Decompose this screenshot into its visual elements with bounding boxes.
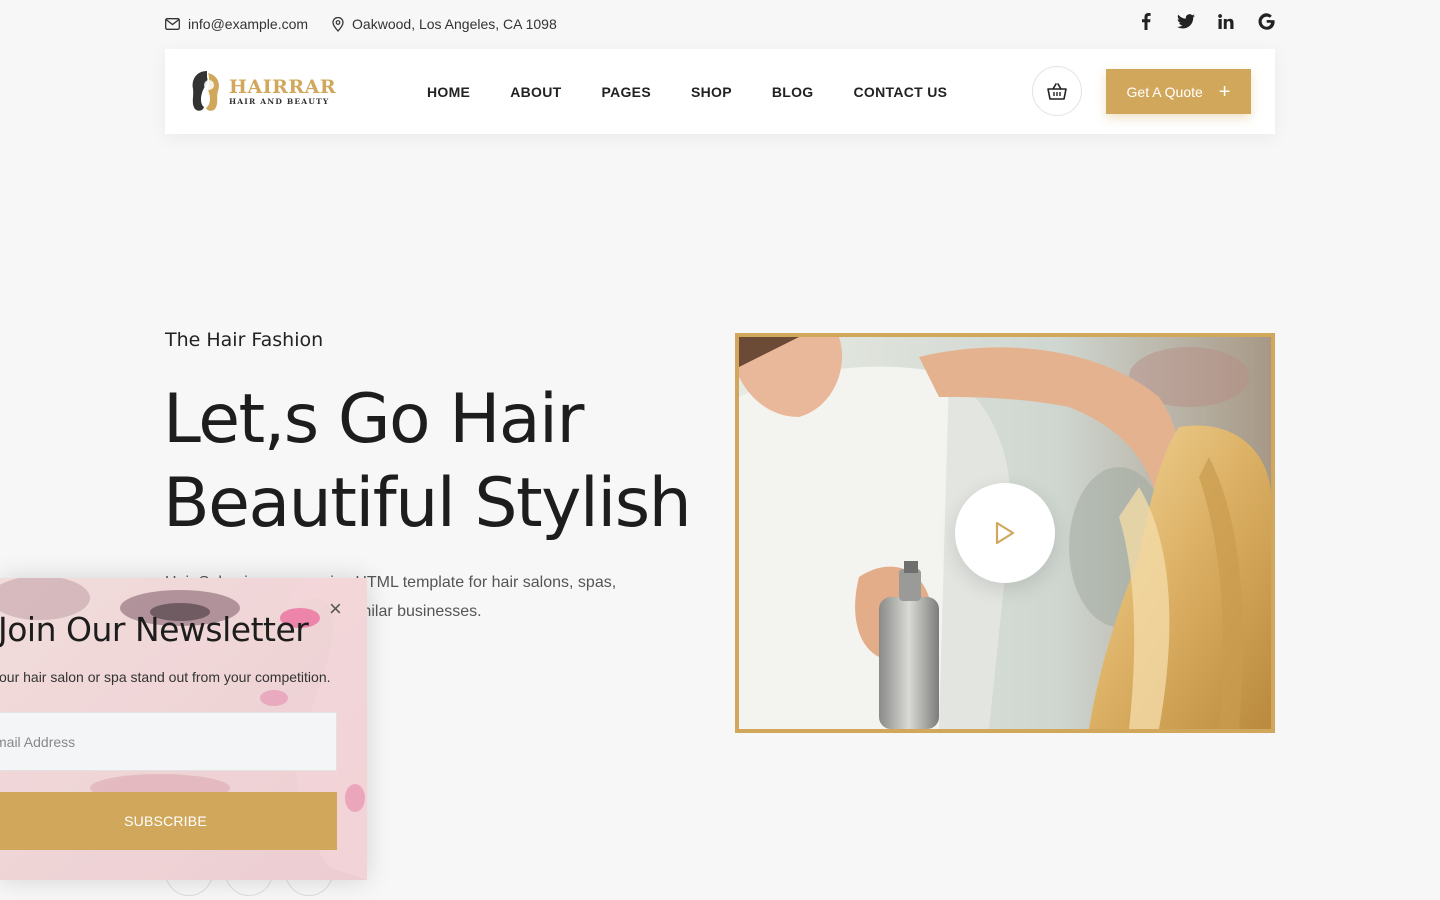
subscribe-button[interactable]: SUBSCRIBE	[0, 792, 337, 850]
contact-info: info@example.com Oakwood, Los Angeles, C…	[165, 16, 557, 32]
close-icon[interactable]: ×	[329, 598, 342, 620]
brand-name: HAIRRAR	[229, 75, 337, 98]
play-button[interactable]	[955, 483, 1055, 583]
nav-item-home[interactable]: HOME	[427, 84, 470, 100]
basket-icon	[1047, 82, 1067, 100]
twitter-icon[interactable]	[1177, 14, 1195, 34]
newsletter-popup: × Join Our Newsletter your hair salon or…	[0, 578, 367, 880]
play-icon	[995, 521, 1015, 545]
address-text: Oakwood, Los Angeles, CA 1098	[352, 16, 557, 32]
plus-icon: +	[1218, 80, 1231, 103]
location-pin-icon	[332, 16, 344, 32]
logo-text: HAIRRAR HAIR AND BEAUTY	[229, 77, 336, 106]
linkedin-icon[interactable]	[1217, 14, 1235, 34]
cart-button[interactable]	[1032, 66, 1082, 116]
nav-item-blog[interactable]: BLOG	[772, 84, 814, 100]
email-text: info@example.com	[188, 16, 309, 32]
newsletter-title: Join Our Newsletter	[0, 610, 309, 649]
hero-title: Let,s Go Hair Beautiful Stylish	[163, 378, 723, 546]
top-bar: info@example.com Oakwood, Los Angeles, C…	[165, 0, 1275, 48]
hero-title-line1: Let,s Go Hair	[163, 380, 584, 459]
hair-logo-icon	[192, 71, 219, 111]
hero-video	[735, 333, 1275, 733]
nav-item-pages[interactable]: PAGES	[601, 84, 650, 100]
hero-subtitle: The Hair Fashion	[165, 329, 324, 351]
email-info[interactable]: info@example.com	[165, 16, 308, 32]
email-placeholder: mail Address	[0, 733, 76, 750]
get-quote-label: Get A Quote	[1126, 83, 1203, 100]
google-icon[interactable]	[1257, 13, 1275, 35]
site-logo[interactable]: HAIRRAR HAIR AND BEAUTY	[189, 69, 336, 113]
envelope-icon	[165, 18, 180, 30]
newsletter-description: your hair salon or spa stand out from yo…	[0, 669, 331, 685]
nav-item-contact-us[interactable]: CONTACT US	[854, 84, 948, 100]
social-links	[1137, 13, 1275, 35]
hero-title-line2: Beautiful Stylish	[163, 464, 692, 543]
subscribe-label: SUBSCRIBE	[124, 813, 207, 829]
brand-tagline: HAIR AND BEAUTY	[229, 96, 330, 106]
main-navbar: HAIRRAR HAIR AND BEAUTY HOME ABOUT PAGES…	[165, 49, 1275, 134]
nav-item-about[interactable]: ABOUT	[510, 84, 561, 100]
main-menu: HOME ABOUT PAGES SHOP BLOG CONTACT US	[427, 49, 947, 134]
get-quote-button[interactable]: Get A Quote +	[1106, 69, 1251, 114]
nav-item-shop[interactable]: SHOP	[691, 84, 732, 100]
email-field[interactable]: mail Address	[0, 712, 337, 771]
facebook-icon[interactable]	[1137, 13, 1155, 35]
address-info: Oakwood, Los Angeles, CA 1098	[332, 16, 557, 32]
